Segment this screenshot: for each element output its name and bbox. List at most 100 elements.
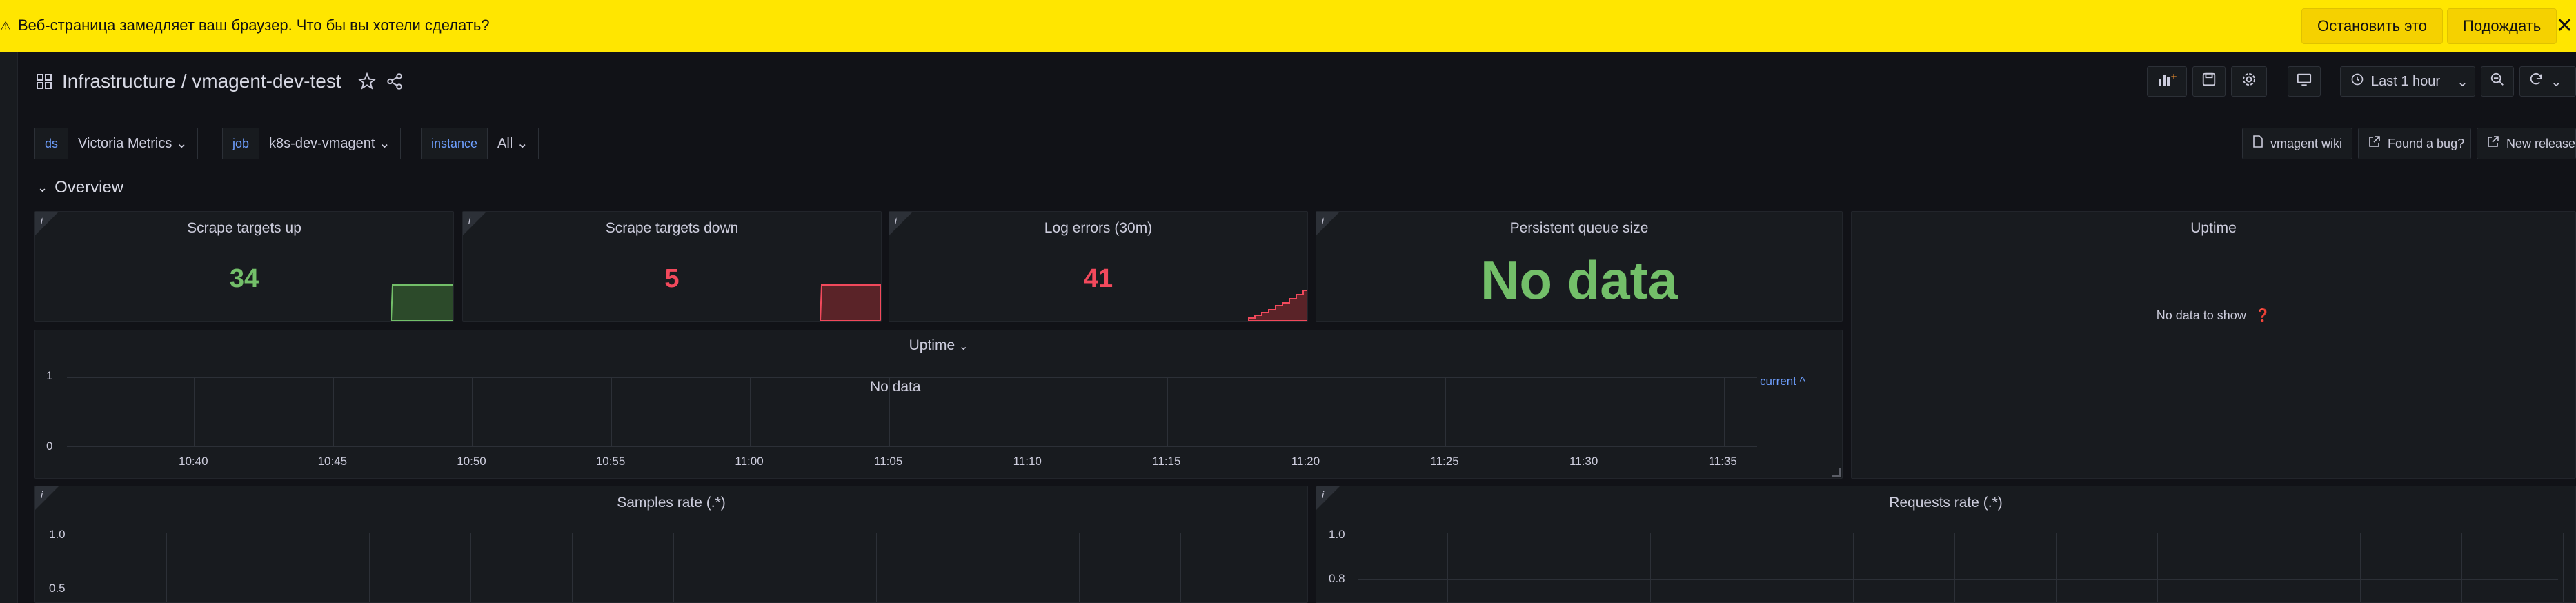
grid-line bbox=[572, 533, 573, 602]
grid-line bbox=[2461, 533, 2462, 602]
y-tick-label: 0 bbox=[46, 439, 53, 453]
save-dashboard-button[interactable] bbox=[2192, 66, 2226, 97]
grid-line bbox=[2157, 533, 2158, 602]
no-data-message: No data to show ❓ bbox=[2156, 308, 2271, 322]
stop-script-button[interactable]: Остановить это bbox=[2301, 8, 2443, 44]
dashboard-header: Infrastructure / vmagent-dev-test bbox=[36, 68, 404, 95]
row-title: Overview bbox=[55, 178, 124, 197]
panel-requests-rate[interactable]: i Requests rate (.*) 1.0 0.8 bbox=[1316, 486, 2576, 603]
refresh-button[interactable]: ⌄ bbox=[2519, 66, 2576, 97]
variable-label: ds bbox=[34, 128, 69, 159]
page-title[interactable]: Infrastructure / vmagent-dev-test bbox=[62, 70, 341, 92]
stat-value: 5 bbox=[664, 264, 680, 293]
panel-title: Log errors (30m) bbox=[1044, 220, 1153, 236]
x-tick-label: 11:05 bbox=[874, 455, 903, 468]
chevron-down-icon: ⌄ bbox=[175, 136, 188, 151]
variable-ds[interactable]: ds Victoria Metrics ⌄ bbox=[34, 128, 198, 159]
x-tick-label: 11:25 bbox=[1430, 455, 1459, 468]
link-found-a-bug[interactable]: Found a bug? bbox=[2358, 128, 2471, 159]
x-tick-label: 11:10 bbox=[1013, 455, 1042, 468]
panel-log-errors[interactable]: i Log errors (30m) 41 bbox=[889, 211, 1308, 322]
panel-title[interactable]: Uptime ⌄ bbox=[35, 337, 1842, 354]
refresh-icon bbox=[2528, 72, 2544, 91]
grid-line bbox=[1079, 533, 1080, 602]
row-overview[interactable]: ⌄ Overview bbox=[37, 178, 123, 197]
variable-job[interactable]: job k8s-dev-vmagent ⌄ bbox=[222, 128, 401, 159]
grid-line bbox=[369, 533, 370, 602]
panel-scrape-targets-up[interactable]: i Scrape targets up 34 bbox=[34, 211, 454, 322]
time-range-label: Last 1 hour bbox=[2371, 73, 2441, 89]
grid-line bbox=[1445, 377, 1447, 446]
panel-title: Scrape targets down bbox=[605, 220, 739, 236]
panel-title: Samples rate (.*) bbox=[617, 495, 726, 511]
x-tick-label: 11:00 bbox=[735, 455, 764, 468]
zoom-out-icon bbox=[2490, 72, 2505, 91]
share-icon[interactable] bbox=[386, 72, 404, 90]
grid-line bbox=[166, 533, 167, 602]
monitor-icon bbox=[2297, 72, 2312, 91]
panel-title: Uptime bbox=[2190, 220, 2237, 236]
link-label: Found a bug? bbox=[2388, 137, 2465, 150]
add-panel-icon: + bbox=[2157, 71, 2177, 92]
sparkline bbox=[820, 284, 881, 321]
sparkline bbox=[1248, 290, 1307, 321]
sparkline bbox=[391, 284, 453, 321]
grid-line bbox=[1167, 377, 1169, 446]
resize-handle[interactable] bbox=[1832, 468, 1841, 477]
chevron-down-icon[interactable]: ⌄ bbox=[2550, 73, 2562, 90]
variable-value[interactable]: All ⌄ bbox=[488, 128, 539, 159]
grid-line bbox=[2563, 533, 2564, 602]
panel-uptime-graph[interactable]: Uptime ⌄ 1 0 No data current ^ 10:40 10:4… bbox=[34, 330, 1843, 479]
tv-mode-button[interactable] bbox=[2288, 66, 2321, 97]
grid-line bbox=[876, 533, 877, 602]
panel-uptime-right[interactable]: Uptime No data to show ❓ bbox=[1851, 211, 2576, 479]
grid-line bbox=[1954, 533, 1955, 602]
variable-instance[interactable]: instance All ⌄ bbox=[421, 128, 539, 159]
settings-button[interactable] bbox=[2231, 66, 2267, 97]
zoom-out-button[interactable] bbox=[2481, 66, 2514, 97]
time-picker[interactable]: Last 1 hour ⌄ bbox=[2340, 66, 2475, 97]
panel-title: Scrape targets up bbox=[187, 220, 301, 236]
panel-samples-rate[interactable]: i Samples rate (.*) 1.0 0.5 bbox=[34, 486, 1308, 603]
panel-persistent-queue-size[interactable]: i Persistent queue size No data bbox=[1316, 211, 1843, 322]
grid-line bbox=[611, 377, 612, 446]
grid-line bbox=[1723, 377, 1725, 446]
star-icon[interactable] bbox=[357, 72, 376, 90]
grid-line bbox=[2056, 533, 2057, 602]
grid-line bbox=[889, 377, 890, 446]
grid-line bbox=[194, 377, 195, 446]
svg-text:+: + bbox=[2170, 72, 2177, 81]
grid-line bbox=[67, 446, 1757, 447]
gear-icon bbox=[2241, 71, 2257, 92]
grid-line bbox=[1853, 533, 1854, 602]
help-icon[interactable]: ❓ bbox=[2255, 308, 2270, 322]
chevron-down-icon: ⌄ bbox=[37, 180, 48, 195]
x-tick-label: 10:45 bbox=[317, 455, 348, 468]
chevron-down-icon: ⌄ bbox=[958, 341, 969, 353]
warning-message: Веб-страница замедляет ваш браузер. Что … bbox=[18, 17, 490, 34]
grid-line bbox=[750, 377, 751, 446]
grid-line bbox=[472, 377, 473, 446]
chevron-down-icon: ⌄ bbox=[2457, 74, 2468, 90]
add-panel-button[interactable]: + bbox=[2147, 66, 2187, 97]
x-tick-label: 10:55 bbox=[595, 455, 626, 468]
variable-value[interactable]: k8s-dev-vmagent ⌄ bbox=[259, 128, 401, 159]
variable-label: job bbox=[222, 128, 260, 159]
y-tick-label: 0.8 bbox=[1329, 572, 1345, 585]
wait-button[interactable]: Подождать bbox=[2447, 8, 2557, 44]
link-vmagent-wiki[interactable]: vmagent wiki bbox=[2242, 128, 2352, 159]
y-tick-label: 1.0 bbox=[49, 528, 66, 541]
link-new-releases[interactable]: New releases bbox=[2477, 128, 2576, 159]
variable-value[interactable]: Victoria Metrics ⌄ bbox=[68, 128, 198, 159]
grid-line bbox=[1358, 579, 2558, 580]
y-tick-label: 0.5 bbox=[49, 582, 66, 595]
y-tick-label: 1.0 bbox=[1329, 528, 1345, 541]
close-icon[interactable]: ✕ bbox=[2556, 14, 2573, 38]
legend-current[interactable]: current ^ bbox=[1760, 375, 1805, 388]
panel-title: Persistent queue size bbox=[1509, 220, 1649, 236]
document-icon bbox=[2252, 128, 2263, 159]
panel-scrape-targets-down[interactable]: i Scrape targets down 5 bbox=[462, 211, 882, 322]
grid-line bbox=[2360, 533, 2361, 602]
side-nav bbox=[0, 52, 18, 603]
stat-value: No data bbox=[1480, 250, 1678, 310]
